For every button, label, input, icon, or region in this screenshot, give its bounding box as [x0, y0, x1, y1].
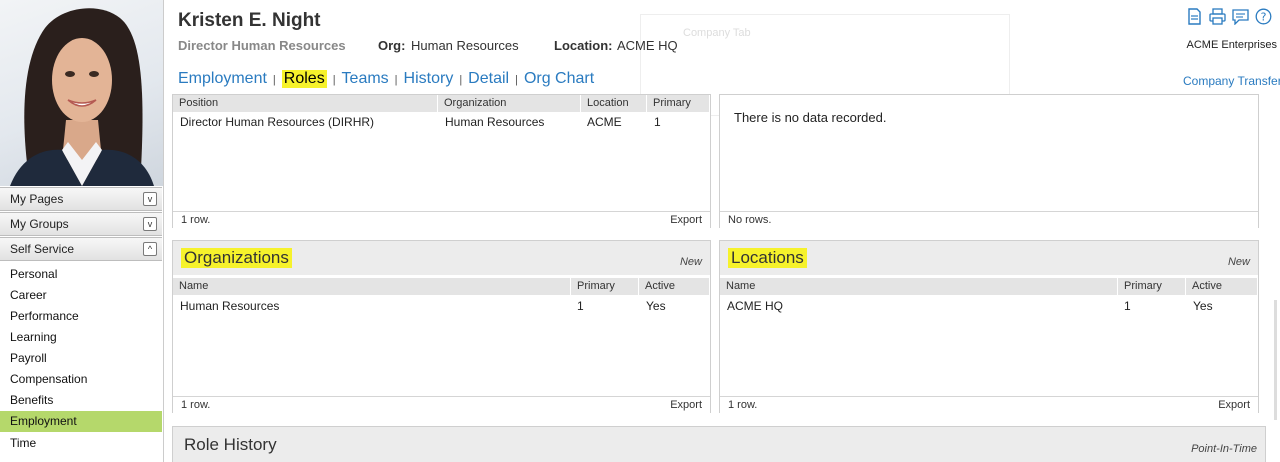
panel-header: Organizations New — [173, 241, 710, 275]
organization-name-cell[interactable]: Human Resources — [180, 299, 279, 313]
sidebar-item-learning[interactable]: Learning — [0, 327, 162, 348]
empty-message: There is no data recorded. — [734, 110, 887, 125]
document-icon[interactable] — [1186, 8, 1203, 25]
active-cell: Yes — [1193, 299, 1213, 313]
panel-header: Locations New — [720, 241, 1258, 275]
location-value: ACME HQ — [617, 38, 678, 53]
table-footer: 1 row. Export — [173, 211, 710, 228]
sidebar-group-label: Self Service — [10, 242, 75, 256]
svg-text:?: ? — [1261, 11, 1267, 24]
sidebar-item-performance[interactable]: Performance — [0, 306, 162, 327]
tab-roles[interactable]: Roles — [281, 70, 327, 88]
export-link[interactable]: Export — [670, 399, 702, 411]
tab-history[interactable]: History — [404, 70, 454, 88]
location-cell: ACME — [587, 115, 622, 129]
column-header-position[interactable]: Position — [173, 95, 438, 112]
header-icons: ? — [1186, 8, 1272, 25]
tab-employment[interactable]: Employment — [178, 70, 267, 88]
row-count: 1 row. — [181, 214, 211, 226]
sidebar-group-label: My Pages — [10, 192, 64, 206]
company-name: ACME Enterprises — [1186, 39, 1277, 51]
row-count: 1 row. — [728, 399, 758, 411]
column-header-organization[interactable]: Organization — [438, 95, 581, 112]
column-header-active[interactable]: Active — [639, 278, 710, 295]
column-header-primary[interactable]: Primary — [647, 95, 710, 112]
column-header-location[interactable]: Location — [581, 95, 647, 112]
tab-separator: | — [394, 74, 398, 86]
panel-title: Organizations — [181, 248, 292, 268]
ghost-overlay-text: Company Tab — [683, 27, 751, 39]
sidebar-group-my-groups[interactable]: My Groups v — [0, 212, 162, 236]
company-transfer-link[interactable]: Company Transfer — [1183, 74, 1280, 88]
column-header-name[interactable]: Name — [173, 278, 571, 295]
tab-org-chart[interactable]: Org Chart — [524, 70, 594, 88]
panel-title: Locations — [728, 248, 807, 268]
employee-photo — [0, 0, 163, 186]
sidebar-item-compensation[interactable]: Compensation — [0, 369, 162, 390]
primary-cell: 1 — [654, 115, 661, 129]
tab-separator: | — [332, 74, 336, 86]
org-label: Org: — [378, 38, 406, 53]
sidebar-item-time[interactable]: Time — [0, 433, 162, 454]
sidebar-item-personal[interactable]: Personal — [0, 264, 162, 285]
panel-header: Role History Point-In-Time — [173, 427, 1265, 462]
sidebar-item-payroll[interactable]: Payroll — [0, 348, 162, 369]
export-link[interactable]: Export — [1218, 399, 1250, 411]
table-footer: No rows. — [720, 211, 1258, 228]
column-header-active[interactable]: Active — [1186, 278, 1258, 295]
export-link[interactable]: Export — [670, 214, 702, 226]
organization-cell: Human Resources — [445, 115, 545, 129]
right-top-panel: There is no data recorded. No rows. — [719, 94, 1259, 228]
chevron-down-icon[interactable]: v — [143, 192, 157, 206]
scrollbar[interactable] — [1274, 300, 1277, 420]
tab-separator: | — [459, 74, 463, 86]
employee-name: Kristen E. Night — [178, 10, 321, 31]
tab-detail[interactable]: Detail — [468, 70, 509, 88]
primary-cell: 1 — [1124, 299, 1131, 313]
help-icon[interactable]: ? — [1255, 8, 1272, 25]
tab-separator: | — [515, 74, 518, 86]
sidebar-item-benefits[interactable]: Benefits — [0, 390, 162, 411]
sidebar-group-my-pages[interactable]: My Pages v — [0, 187, 162, 211]
sidebar-item-employment[interactable]: Employment — [0, 411, 162, 432]
chevron-up-icon[interactable]: ^ — [143, 242, 157, 256]
organizations-panel: Organizations New Name Primary Active Hu… — [172, 240, 711, 413]
column-header-primary[interactable]: Primary — [1118, 278, 1186, 295]
employee-title: Director Human Resources — [178, 38, 346, 53]
tab-bar: Employment | Roles | Teams | History | Detail | Or… — [178, 70, 594, 88]
tab-teams[interactable]: Teams — [342, 70, 389, 88]
column-header-primary[interactable]: Primary — [571, 278, 639, 295]
panel-title: Role History — [184, 435, 277, 454]
chevron-down-icon[interactable]: v — [143, 217, 157, 231]
print-icon[interactable] — [1209, 8, 1226, 25]
location-name-cell[interactable]: ACME HQ — [727, 299, 783, 313]
row-count: 1 row. — [181, 399, 211, 411]
org-value: Human Resources — [411, 38, 519, 53]
comment-icon[interactable] — [1232, 8, 1249, 25]
app-root: My Pages v My Groups v Self Service ^ Pe… — [0, 0, 1280, 462]
active-cell: Yes — [646, 299, 666, 313]
point-in-time-link[interactable]: Point-In-Time — [1191, 443, 1257, 455]
role-history-panel: Role History Point-In-Time — [172, 426, 1266, 462]
location-label: Location: — [554, 38, 613, 53]
sidebar-item-career[interactable]: Career — [0, 285, 162, 306]
primary-cell: 1 — [577, 299, 584, 313]
positions-panel: Position Organization Location Primary D… — [172, 94, 711, 228]
column-header-name[interactable]: Name — [720, 278, 1118, 295]
left-sidebar: My Pages v My Groups v Self Service ^ Pe… — [0, 0, 164, 462]
sidebar-group-label: My Groups — [10, 217, 69, 231]
new-link[interactable]: New — [1228, 256, 1250, 268]
new-link[interactable]: New — [680, 256, 702, 268]
sidebar-group-self-service[interactable]: Self Service ^ — [0, 237, 162, 261]
table-footer: 1 row. Export — [720, 396, 1258, 413]
table-footer: 1 row. Export — [173, 396, 710, 413]
locations-panel: Locations New Name Primary Active ACME H… — [719, 240, 1259, 413]
position-cell[interactable]: Director Human Resources (DIRHR) — [180, 115, 374, 129]
tab-separator: | — [272, 74, 276, 86]
row-count: No rows. — [728, 214, 772, 226]
